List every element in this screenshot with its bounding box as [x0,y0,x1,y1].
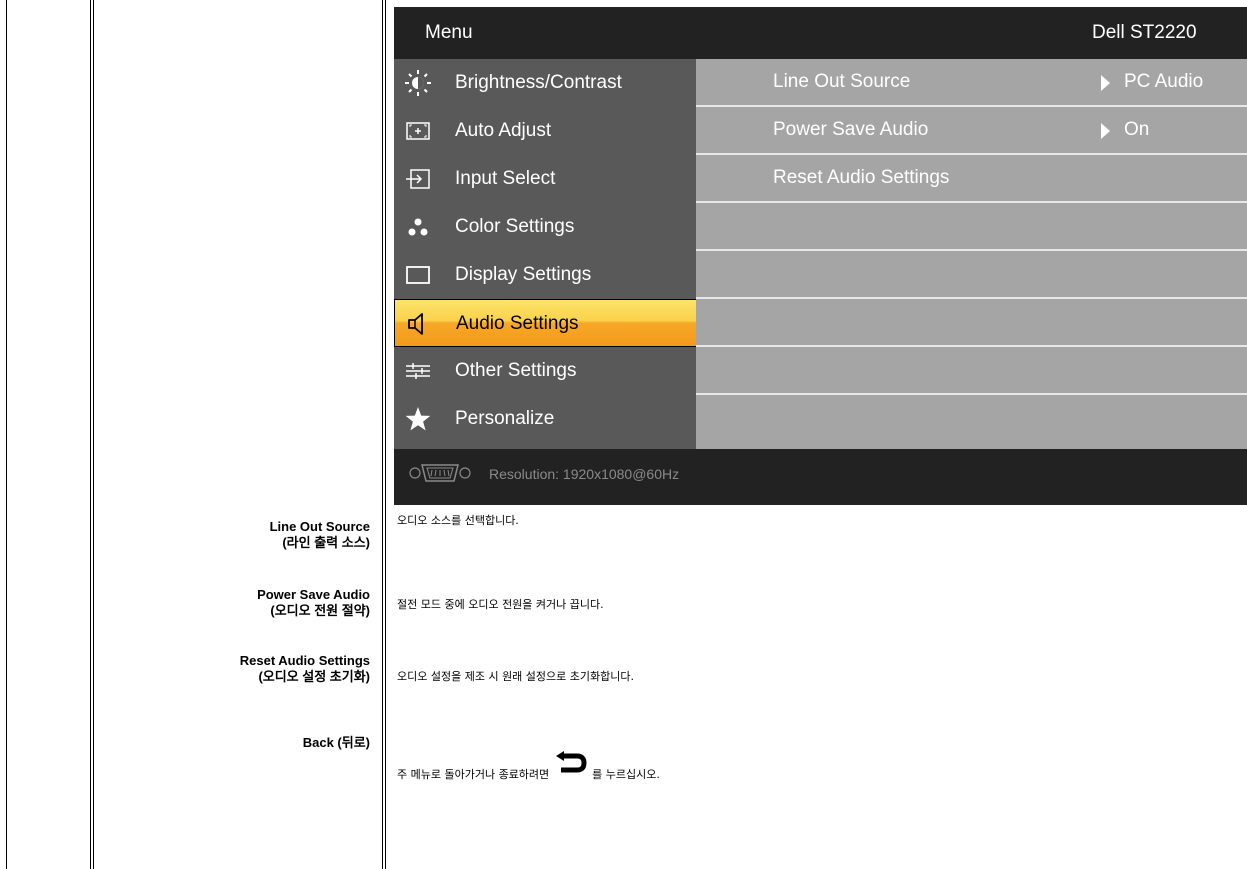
submenu-value: On [1124,119,1150,140]
osd-menu-image: Menu Dell ST2220 Brightness/Contrast Aut… [394,7,1247,505]
vga-connector-icon [409,464,471,482]
auto-adjust-icon [406,122,430,140]
row-desc-reset-audio-settings: 오디오 설정을 제조 시 원래 설정으로 초기화합니다. [397,670,634,683]
menu-item-label: Brightness/Contrast [455,72,622,93]
row-label-reset-audio-settings: Reset Audio Settings (오디오 설정 초기화) [240,653,370,685]
menu-item-label: Display Settings [455,264,592,285]
osd-title: Menu [425,22,473,43]
label-line: Power Save Audio [257,587,370,602]
submenu-row-empty [696,203,1247,251]
input-select-icon [406,169,430,189]
menu-item-auto-adjust: Auto Adjust [394,107,696,155]
table-border-line [385,0,386,869]
submenu-label: Reset Audio Settings [773,167,950,188]
menu-item-brightness-contrast: Brightness/Contrast [394,59,696,107]
row-desc-back: 주 메뉴로 돌아가거나 종료하려면 를 누르십시오. [397,746,660,781]
menu-item-input-select: Input Select [394,155,696,203]
color-settings-icon [408,218,428,236]
row-desc-line-out-source: 오디오 소스를 선택합니다. [397,514,519,527]
label-line: Back (뒤로) [302,735,370,750]
row-label-power-save-audio: Power Save Audio (오디오 전원 절약) [257,587,370,619]
desc-text: 주 메뉴로 돌아가거나 종료하려면 [397,768,550,781]
triangle-right-icon [1101,123,1110,139]
sliders-icon [406,363,430,379]
menu-item-label: Audio Settings [456,313,579,334]
menu-item-audio-settings: Audio Settings [394,299,697,347]
brightness-icon [405,70,431,96]
menu-item-other-settings: Other Settings [394,347,696,395]
menu-item-personalize: Personalize [394,395,696,443]
menu-item-label: Color Settings [455,216,575,237]
menu-item-label: Other Settings [455,360,577,381]
label-line: Line Out Source [269,519,370,534]
triangle-right-icon [1101,75,1110,91]
label-line: (라인 출력 소스) [282,535,370,550]
display-settings-icon [406,266,430,284]
submenu-label: Power Save Audio [773,119,929,140]
table-border-line [382,0,383,869]
table-border-line [93,0,94,869]
osd-submenu-panel: Line Out Source PC Audio Power Save Audi… [696,59,1247,449]
desc-text: 를 누르십시오. [592,768,660,781]
resolution-text: Resolution: 1920x1080@60Hz [489,466,680,482]
submenu-row-empty [696,251,1247,299]
row-label-back: Back (뒤로) [303,735,370,751]
menu-item-color-settings: Color Settings [394,203,696,251]
table-border-line [6,0,7,869]
osd-menu-list: Brightness/Contrast Auto Adjust Input Se… [394,59,697,449]
menu-item-label: Auto Adjust [455,120,552,141]
submenu-row-empty [696,347,1247,395]
submenu-row-reset-audio-settings: Reset Audio Settings [696,155,1247,203]
star-icon [405,407,431,431]
submenu-row-empty [696,299,1247,347]
osd-header: Menu Dell ST2220 [394,7,1247,59]
submenu-row-empty [696,395,1247,443]
label-line: (오디오 전원 절약) [270,603,370,618]
osd-model: Dell ST2220 [1092,22,1197,43]
label-line: (오디오 설정 초기화) [258,669,370,684]
osd-footer: Resolution: 1920x1080@60Hz [394,449,1247,505]
speaker-icon [408,313,423,335]
row-label-line-out-source: Line Out Source (라인 출력 소스) [270,519,370,551]
back-arrow-icon [555,751,587,773]
menu-item-display-settings: Display Settings [394,251,696,299]
submenu-row-line-out-source: Line Out Source PC Audio [696,59,1247,107]
menu-item-label: Personalize [455,408,555,429]
table-border-line [90,0,91,869]
submenu-value: PC Audio [1124,71,1204,92]
submenu-row-power-save-audio: Power Save Audio On [696,107,1247,155]
menu-item-label: Input Select [455,168,556,189]
row-desc-power-save-audio: 절전 모드 중에 오디오 전원을 켜거나 끕니다. [397,598,604,611]
submenu-label: Line Out Source [773,71,911,92]
label-line: Reset Audio Settings [239,653,370,668]
